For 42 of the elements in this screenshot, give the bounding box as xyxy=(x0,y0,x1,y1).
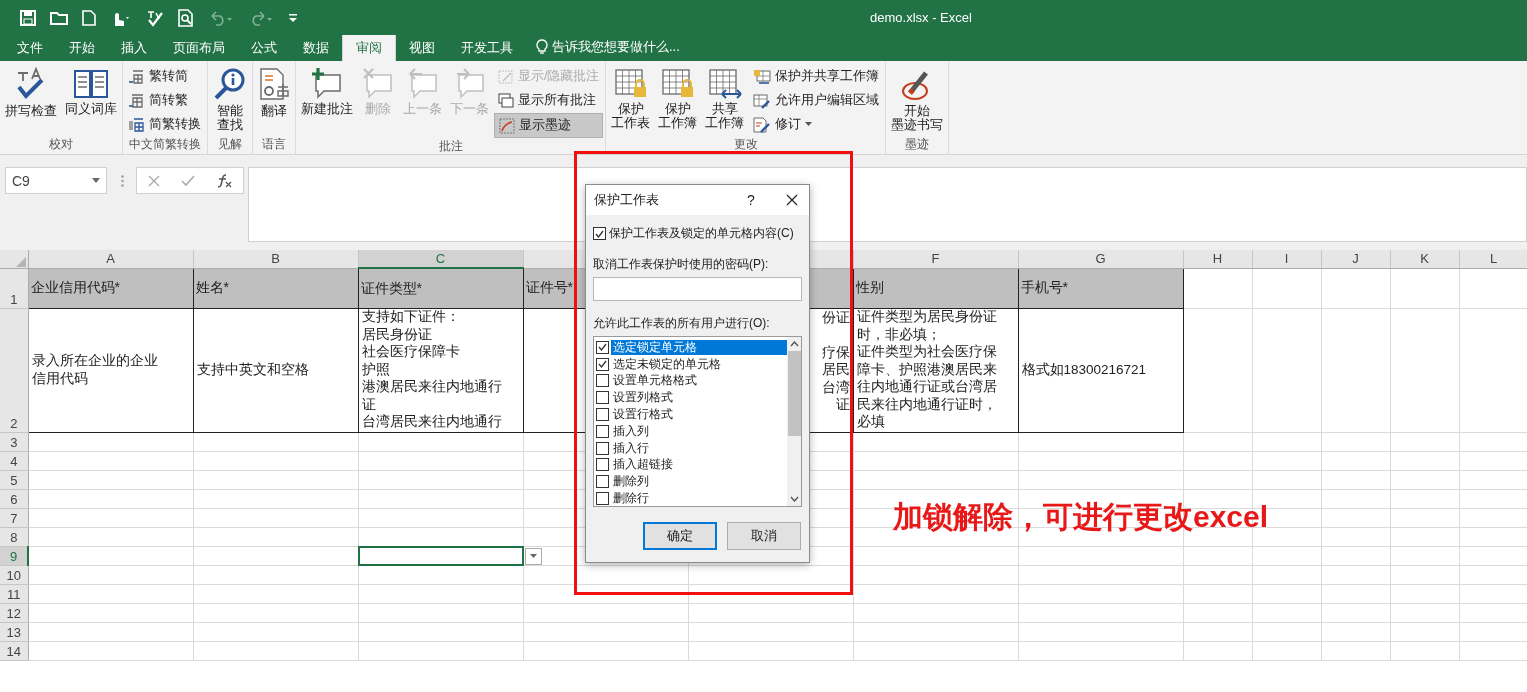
cell-text: 港澳居民来往内地通行 xyxy=(361,378,503,396)
group-label: 语言 xyxy=(261,136,287,153)
cell-text: 时，非必填； xyxy=(856,325,942,344)
cell-text: 格式如18300216721 xyxy=(1021,360,1148,379)
cell-text: 往内地通行证或台湾居 xyxy=(856,378,998,396)
cell-text: 必填 xyxy=(856,413,886,431)
cell-text: 支持中英文和空格 xyxy=(196,360,310,379)
cell-text: 居民身份证 xyxy=(361,325,433,344)
cell-text: 障卡、护照港澳居民来 xyxy=(856,360,998,379)
cell-text: 性别 xyxy=(855,279,885,297)
cell-text: 证件类型为居民身份证 xyxy=(856,309,998,326)
group-label: 更改 xyxy=(733,136,759,153)
dialog-title: 保护工作表 xyxy=(594,191,660,209)
annotation-text: 加锁解除，可进行更改excel xyxy=(893,499,1269,535)
group-label: 墨迹 xyxy=(904,136,931,153)
cell-text: 证件号* xyxy=(525,279,574,297)
cell-text: 证 xyxy=(835,396,850,414)
group-label: 批注 xyxy=(437,138,464,155)
cell-text: 社会医疗保障卡 xyxy=(361,343,461,361)
cell-text: 民来往内地通行证时， xyxy=(856,395,998,414)
group-label: 见解 xyxy=(217,136,243,153)
window-title: demo.xlsx - Excel xyxy=(870,10,972,25)
group-label: 校对 xyxy=(48,136,74,153)
cell-text: 台湾 xyxy=(821,378,850,396)
cell-text: 护照 xyxy=(361,360,391,379)
cell-text: 支持如下证件： xyxy=(361,309,461,326)
checkbox-label: 保护工作表及锁定的单元格内容(C) xyxy=(609,225,794,242)
cell-text: 台湾居民来往内地通行 xyxy=(361,413,503,431)
cell-text: 姓名* xyxy=(195,279,230,297)
field-label: 取消工作表保护时使用的密码(P): xyxy=(593,256,770,273)
cell-text: 证件类型* xyxy=(360,279,423,297)
list-label: 允许此工作表的所有用户进行(O): xyxy=(593,315,771,332)
cell-text: 企业信用代码* xyxy=(30,279,121,297)
cell-text: 信用代码 xyxy=(31,369,89,387)
cell-text: 证件类型为社会医疗保 xyxy=(856,343,998,361)
cell-text: 证 xyxy=(361,395,377,414)
cell-text: 份证 xyxy=(821,309,850,326)
cell-text: 疗保 xyxy=(821,343,850,361)
cell-text: 录入所在企业的企业 xyxy=(31,352,159,370)
cell-text: 居民 xyxy=(821,361,850,379)
cell-text: 手机号* xyxy=(1020,279,1069,297)
group-label: 中文简繁转换 xyxy=(128,136,202,153)
